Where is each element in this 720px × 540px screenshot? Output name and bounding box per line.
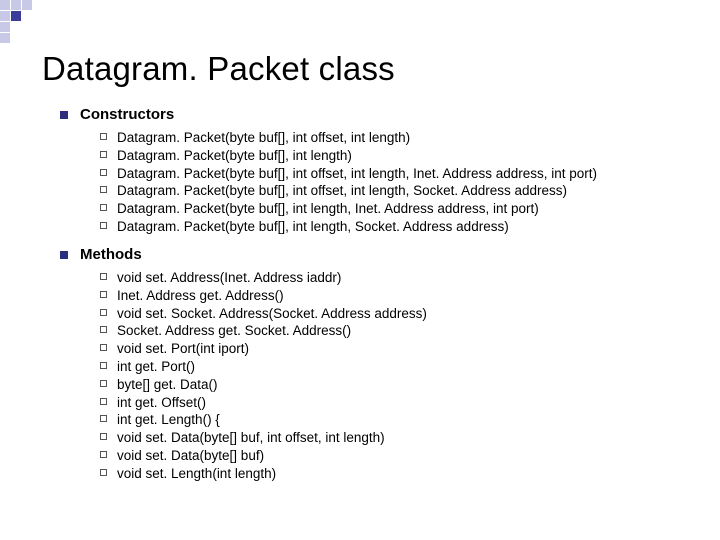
list-item: void set. Port(int iport) <box>100 340 720 358</box>
list-item: void set. Socket. Address(Socket. Addres… <box>100 305 720 323</box>
corner-decoration <box>0 0 60 60</box>
section-methods: Methods void set. Address(Inet. Address … <box>42 246 720 483</box>
list-item: void set. Data(byte[] buf, int offset, i… <box>100 429 720 447</box>
open-square-icon <box>100 204 107 211</box>
open-square-icon <box>100 362 107 369</box>
open-square-icon <box>100 344 107 351</box>
open-square-icon <box>100 380 107 387</box>
list-item: Datagram. Packet(byte buf[], int length,… <box>100 200 720 218</box>
list-item: Socket. Address get. Socket. Address() <box>100 322 720 340</box>
list-item: Datagram. Packet(byte buf[], int length) <box>100 147 720 165</box>
list-item: Inet. Address get. Address() <box>100 287 720 305</box>
open-square-icon <box>100 169 107 176</box>
section-label: Methods <box>80 246 142 263</box>
open-square-icon <box>100 415 107 422</box>
list-item: Datagram. Packet(byte buf[], int offset,… <box>100 182 720 200</box>
open-square-icon <box>100 309 107 316</box>
open-square-icon <box>100 273 107 280</box>
list-item: int get. Port() <box>100 358 720 376</box>
methods-list: void set. Address(Inet. Address iaddr) I… <box>100 269 720 483</box>
open-square-icon <box>100 398 107 405</box>
list-item: void set. Length(int length) <box>100 465 720 483</box>
section-constructors: Constructors Datagram. Packet(byte buf[]… <box>42 106 720 236</box>
section-label: Constructors <box>80 106 174 123</box>
open-square-icon <box>100 326 107 333</box>
list-item: int get. Offset() <box>100 394 720 412</box>
open-square-icon <box>100 222 107 229</box>
slide-title: Datagram. Packet class <box>42 50 720 88</box>
list-item: Datagram. Packet(byte buf[], int length,… <box>100 218 720 236</box>
list-item: byte[] get. Data() <box>100 376 720 394</box>
open-square-icon <box>100 433 107 440</box>
square-bullet-icon <box>60 111 68 119</box>
open-square-icon <box>100 133 107 140</box>
constructors-list: Datagram. Packet(byte buf[], int offset,… <box>100 129 720 236</box>
list-item: void set. Data(byte[] buf) <box>100 447 720 465</box>
open-square-icon <box>100 291 107 298</box>
open-square-icon <box>100 151 107 158</box>
slide-content: Datagram. Packet class Constructors Data… <box>0 0 720 483</box>
list-item: void set. Address(Inet. Address iaddr) <box>100 269 720 287</box>
list-item: Datagram. Packet(byte buf[], int offset,… <box>100 165 720 183</box>
open-square-icon <box>100 186 107 193</box>
list-item: int get. Length() { <box>100 411 720 429</box>
open-square-icon <box>100 469 107 476</box>
square-bullet-icon <box>60 251 68 259</box>
open-square-icon <box>100 451 107 458</box>
list-item: Datagram. Packet(byte buf[], int offset,… <box>100 129 720 147</box>
